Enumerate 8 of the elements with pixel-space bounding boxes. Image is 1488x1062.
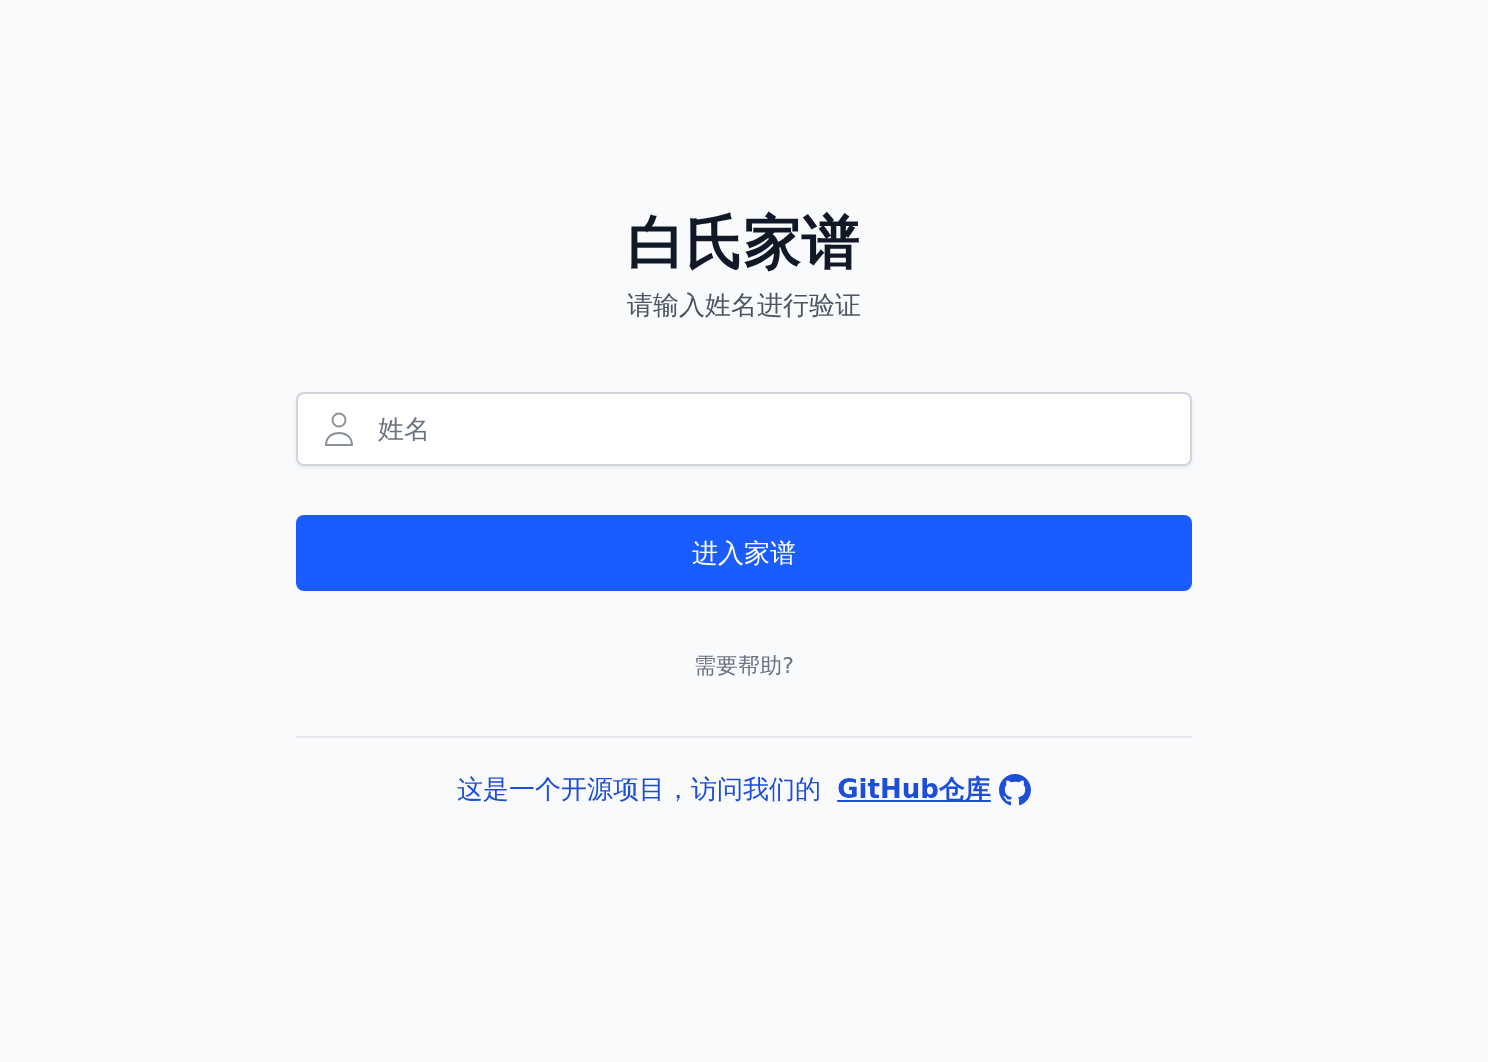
github-link[interactable]: GitHub仓库 — [837, 772, 991, 807]
name-field[interactable]: 姓名 — [296, 392, 1192, 466]
footer-text: 这是一个开源项目，访问我们的 — [457, 773, 822, 806]
page-title: 白氏家谱 — [628, 207, 860, 278]
help-link[interactable]: 需要帮助? — [694, 651, 794, 681]
subtitle: 请输入姓名进行验证 — [627, 289, 861, 322]
enter-button[interactable]: 进入家谱 — [296, 515, 1192, 591]
github-icon[interactable] — [998, 773, 1031, 806]
